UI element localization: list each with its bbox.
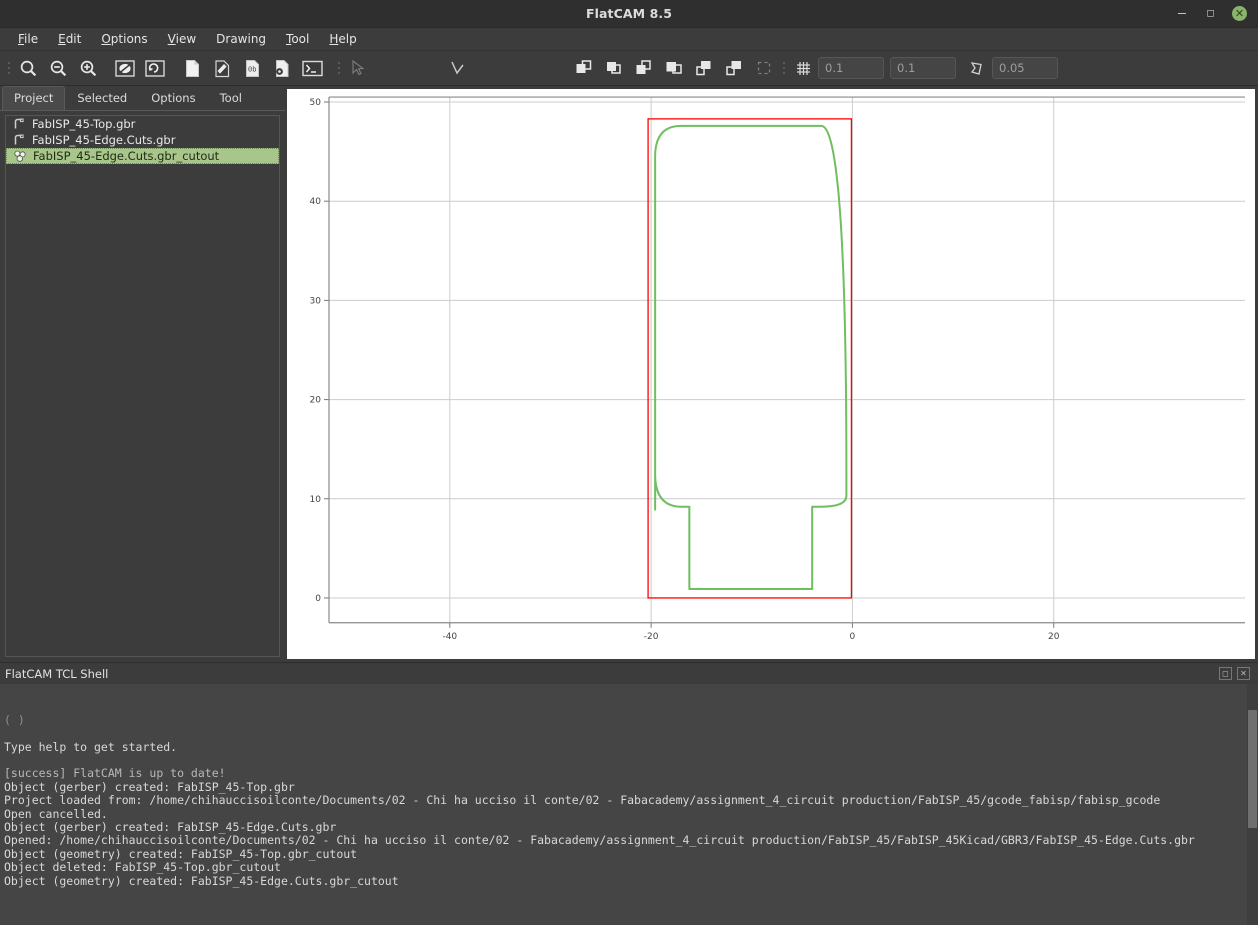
y-tick-label: 40 <box>310 197 322 207</box>
plot-svg[interactable]: 0 10 20 30 40 50 -40 -20 0 20 <box>287 89 1255 659</box>
main-area: Project Selected Options Tool FabISP_45-… <box>0 86 1258 662</box>
plot-background <box>329 97 1245 623</box>
y-tick-label: 20 <box>310 396 322 406</box>
align-bottom-icon[interactable] <box>719 54 749 82</box>
align-left-icon[interactable] <box>569 54 599 82</box>
shell-float-button[interactable]: ◻ <box>1219 667 1232 680</box>
zoom-out-icon[interactable] <box>43 54 73 82</box>
shell-scrollbar[interactable] <box>1247 684 1258 925</box>
x-tick-label: -40 <box>442 632 457 642</box>
svg-text:0b: 0b <box>248 66 256 74</box>
minimize-button[interactable] <box>1174 6 1189 21</box>
x-tick-label: -20 <box>644 632 659 642</box>
tab-project[interactable]: Project <box>2 86 66 110</box>
menu-options[interactable]: Options <box>92 29 156 49</box>
menu-tool[interactable]: Tool <box>277 29 318 49</box>
shell-output[interactable]: ( ) Type help to get started. [success] … <box>0 684 1258 925</box>
list-item[interactable]: FabISP_45-Top.gbr <box>6 116 279 132</box>
toolbar-handle-2[interactable] <box>334 57 343 79</box>
toolbar-handle-3[interactable] <box>779 57 788 79</box>
window-controls: ◻ ✕ <box>1174 6 1258 21</box>
select-arrow-icon[interactable] <box>343 54 373 82</box>
menu-bar: File Edit Options View Drawing Tool Help <box>0 28 1258 51</box>
tcl-shell-dock: FlatCAM TCL Shell ◻ ✕ ( ) Type help to g… <box>0 662 1258 925</box>
y-tick-label: 30 <box>310 296 322 306</box>
snap-icon[interactable] <box>962 54 992 82</box>
x-tick-label: 20 <box>1048 632 1060 642</box>
zoom-in-icon[interactable] <box>73 54 103 82</box>
toolbar-handle[interactable] <box>4 57 13 79</box>
menu-drawing[interactable]: Drawing <box>207 29 275 49</box>
gerber-icon <box>12 118 26 131</box>
align-center-icon[interactable] <box>599 54 629 82</box>
toggle-units-icon[interactable] <box>110 54 140 82</box>
project-tree[interactable]: FabISP_45-Top.gbr FabISP_45-Edge.Cuts.gb… <box>5 115 280 657</box>
menu-edit[interactable]: Edit <box>49 29 90 49</box>
y-tick-label: 50 <box>310 98 322 108</box>
list-item-label: FabISP_45-Edge.Cuts.gbr <box>32 133 176 147</box>
menu-file[interactable]: File <box>9 29 47 49</box>
gerber-icon <box>12 134 26 147</box>
y-tick-label: 0 <box>315 594 321 604</box>
list-item-label: FabISP_45-Top.gbr <box>32 117 136 131</box>
grid-x-input[interactable]: 0.1 <box>818 57 884 79</box>
menu-help[interactable]: Help <box>320 29 365 49</box>
shell-line: ( ) <box>4 712 25 727</box>
list-item-selected[interactable]: FabISP_45-Edge.Cuts.gbr_cutout <box>6 148 279 164</box>
open-excellon-icon[interactable]: 0b <box>237 54 267 82</box>
grid-y-input[interactable]: 0.1 <box>890 57 956 79</box>
shell-line: Object (gerber) created: FabISP_45-Top.g… <box>4 779 295 794</box>
replot-icon[interactable] <box>140 54 170 82</box>
maximize-button[interactable]: ◻ <box>1203 6 1218 21</box>
shell-title-label: FlatCAM TCL Shell <box>5 666 109 681</box>
shell-close-button[interactable]: ✕ <box>1237 667 1250 680</box>
plot-canvas[interactable]: 0 10 20 30 40 50 -40 -20 0 20 <box>287 89 1255 659</box>
shell-title-bar: FlatCAM TCL Shell ◻ ✕ <box>0 663 1258 684</box>
shell-line: Object (geometry) created: FabISP_45-Top… <box>4 846 358 861</box>
zoom-fit-icon[interactable] <box>13 54 43 82</box>
shell-line: Open cancelled. <box>4 806 108 821</box>
align-top-icon[interactable] <box>659 54 689 82</box>
shell-line: [success] FlatCAM is up to date! <box>4 766 226 781</box>
align-middle-icon[interactable] <box>689 54 719 82</box>
shell-line: Opened: /home/chihauccisoilconte/Documen… <box>4 833 1195 848</box>
menu-view[interactable]: View <box>159 29 205 49</box>
flatcam-window: FlatCAM 8.5 ◻ ✕ File Edit Options View D… <box>0 0 1258 925</box>
snap-value-input[interactable]: 0.05 <box>992 57 1058 79</box>
grid-icon[interactable] <box>788 54 818 82</box>
rotate-icon[interactable] <box>749 54 779 82</box>
project-panel: Project Selected Options Tool FabISP_45-… <box>0 86 285 662</box>
list-item-label: FabISP_45-Edge.Cuts.gbr_cutout <box>33 149 220 163</box>
y-tick-label: 10 <box>310 495 322 505</box>
shell-icon[interactable] <box>297 54 327 82</box>
shell-line: Type help to get started. <box>4 739 178 754</box>
shell-line: Object (geometry) created: FabISP_45-Edg… <box>4 873 399 888</box>
title-bar: FlatCAM 8.5 ◻ ✕ <box>0 0 1258 28</box>
project-tab-bar: Project Selected Options Tool <box>0 86 285 111</box>
open-gcode-icon[interactable] <box>267 54 297 82</box>
geometry-icon <box>13 150 27 163</box>
x-tick-label: 0 <box>850 632 856 642</box>
tab-selected[interactable]: Selected <box>65 86 139 110</box>
align-right-icon[interactable] <box>629 54 659 82</box>
tab-tool[interactable]: Tool <box>208 86 254 110</box>
main-toolbar: 0b 0.1 0.1 0.05 <box>0 51 1258 86</box>
plot-container[interactable]: 0 10 20 30 40 50 -40 -20 0 20 <box>285 86 1258 662</box>
shell-line: Project loaded from: /home/chihauccisoil… <box>4 793 1161 808</box>
tab-options[interactable]: Options <box>139 86 207 110</box>
shell-dock-buttons: ◻ ✕ <box>1219 667 1254 680</box>
open-gerber-icon[interactable] <box>207 54 237 82</box>
close-button[interactable]: ✕ <box>1232 6 1247 21</box>
list-item[interactable]: FabISP_45-Edge.Cuts.gbr <box>6 132 279 148</box>
new-project-icon[interactable] <box>177 54 207 82</box>
cursor-icon[interactable] <box>443 54 473 82</box>
shell-line: Object (gerber) created: FabISP_45-Edge.… <box>4 820 337 835</box>
window-title: FlatCAM 8.5 <box>585 6 673 21</box>
shell-line: Object deleted: FabISP_45-Top.gbr_cutout <box>4 860 281 875</box>
